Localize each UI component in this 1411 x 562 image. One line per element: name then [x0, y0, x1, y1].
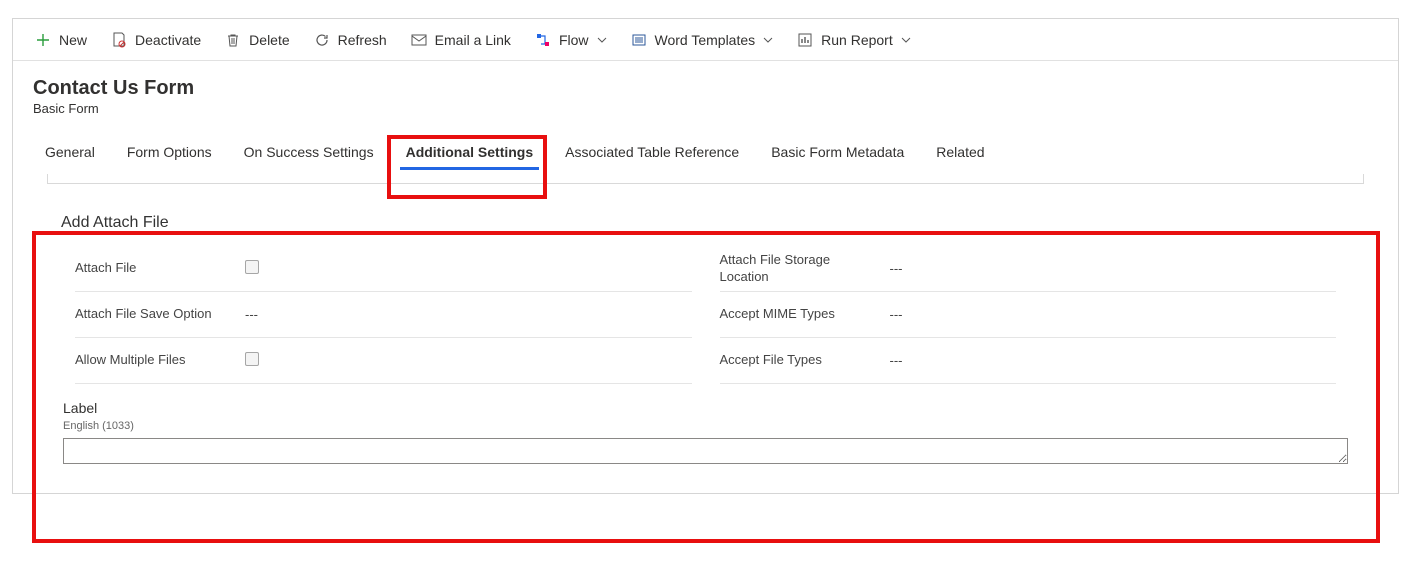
word-templates-label: Word Templates — [655, 32, 756, 48]
tab-metadata-label: Basic Form Metadata — [771, 144, 904, 160]
command-bar: New Deactivate Delete Refresh — [13, 19, 1398, 61]
tab-bar: General Form Options On Success Settings… — [13, 116, 1398, 170]
attach-file-field[interactable]: Attach File — [75, 246, 692, 292]
file-types-label: Accept File Types — [720, 352, 890, 369]
allow-multiple-checkbox[interactable] — [245, 352, 259, 366]
tab-associated-table[interactable]: Associated Table Reference — [553, 136, 751, 170]
tab-on-success-label: On Success Settings — [244, 144, 374, 160]
trash-icon — [225, 32, 241, 48]
deactivate-button[interactable]: Deactivate — [99, 19, 213, 61]
label-language: English (1033) — [63, 420, 1348, 432]
delete-label: Delete — [249, 32, 289, 48]
save-option-label: Attach File Save Option — [75, 306, 245, 323]
form-header: Contact Us Form Basic Form — [13, 61, 1398, 116]
run-report-button[interactable]: Run Report — [785, 19, 923, 61]
previous-section-edge — [47, 174, 1364, 184]
tab-form-options[interactable]: Form Options — [115, 136, 224, 170]
deactivate-label: Deactivate — [135, 32, 201, 48]
flow-label: Flow — [559, 32, 589, 48]
tab-related-label: Related — [936, 144, 984, 160]
report-icon — [797, 32, 813, 48]
chevron-down-icon — [597, 37, 607, 43]
allow-multiple-label: Allow Multiple Files — [75, 352, 245, 369]
email-link-label: Email a Link — [435, 32, 511, 48]
mime-value: --- — [890, 307, 1337, 322]
tab-assoc-label: Associated Table Reference — [565, 144, 739, 160]
attach-file-checkbox[interactable] — [245, 260, 259, 274]
delete-button[interactable]: Delete — [213, 19, 301, 61]
storage-label: Attach File Storage Location — [720, 252, 890, 286]
tab-additional-settings[interactable]: Additional Settings — [394, 136, 546, 170]
accept-mime-types-field[interactable]: Accept MIME Types --- — [720, 292, 1337, 338]
tab-related[interactable]: Related — [924, 136, 996, 170]
allow-multiple-files-field[interactable]: Allow Multiple Files — [75, 338, 692, 384]
refresh-icon — [314, 32, 330, 48]
tab-general[interactable]: General — [33, 136, 107, 170]
chevron-down-icon — [901, 37, 911, 43]
word-templates-button[interactable]: Word Templates — [619, 19, 786, 61]
tab-general-label: General — [45, 144, 95, 160]
email-link-button[interactable]: Email a Link — [399, 19, 523, 61]
attach-file-save-option-field[interactable]: Attach File Save Option --- — [75, 292, 692, 338]
file-types-value: --- — [890, 353, 1337, 368]
page-title: Contact Us Form — [33, 77, 1378, 99]
tab-metadata[interactable]: Basic Form Metadata — [759, 136, 916, 170]
new-button[interactable]: New — [23, 19, 99, 61]
deactivate-icon — [111, 32, 127, 48]
entity-name: Basic Form — [33, 101, 1378, 116]
attach-file-label: Attach File — [75, 260, 245, 277]
email-icon — [411, 32, 427, 48]
label-input[interactable] — [63, 438, 1348, 464]
label-field-block: Label English (1033) — [61, 400, 1350, 467]
label-title: Label — [63, 400, 1348, 416]
flow-icon — [535, 32, 551, 48]
tab-form-options-label: Form Options — [127, 144, 212, 160]
storage-location-field[interactable]: Attach File Storage Location --- — [720, 246, 1337, 292]
new-label: New — [59, 32, 87, 48]
tab-on-success[interactable]: On Success Settings — [232, 136, 386, 170]
run-report-label: Run Report — [821, 32, 893, 48]
word-icon — [631, 32, 647, 48]
mime-label: Accept MIME Types — [720, 306, 890, 323]
flow-button[interactable]: Flow — [523, 19, 619, 61]
chevron-down-icon — [763, 37, 773, 43]
plus-icon — [35, 32, 51, 48]
storage-value: --- — [890, 261, 1337, 276]
section-title: Add Attach File — [61, 214, 1350, 232]
add-attach-file-section: Add Attach File Attach File Attach File … — [47, 200, 1364, 481]
accept-file-types-field[interactable]: Accept File Types --- — [720, 338, 1337, 384]
refresh-button[interactable]: Refresh — [302, 19, 399, 61]
tab-additional-label: Additional Settings — [406, 144, 534, 160]
save-option-value: --- — [245, 307, 692, 322]
refresh-label: Refresh — [338, 32, 387, 48]
